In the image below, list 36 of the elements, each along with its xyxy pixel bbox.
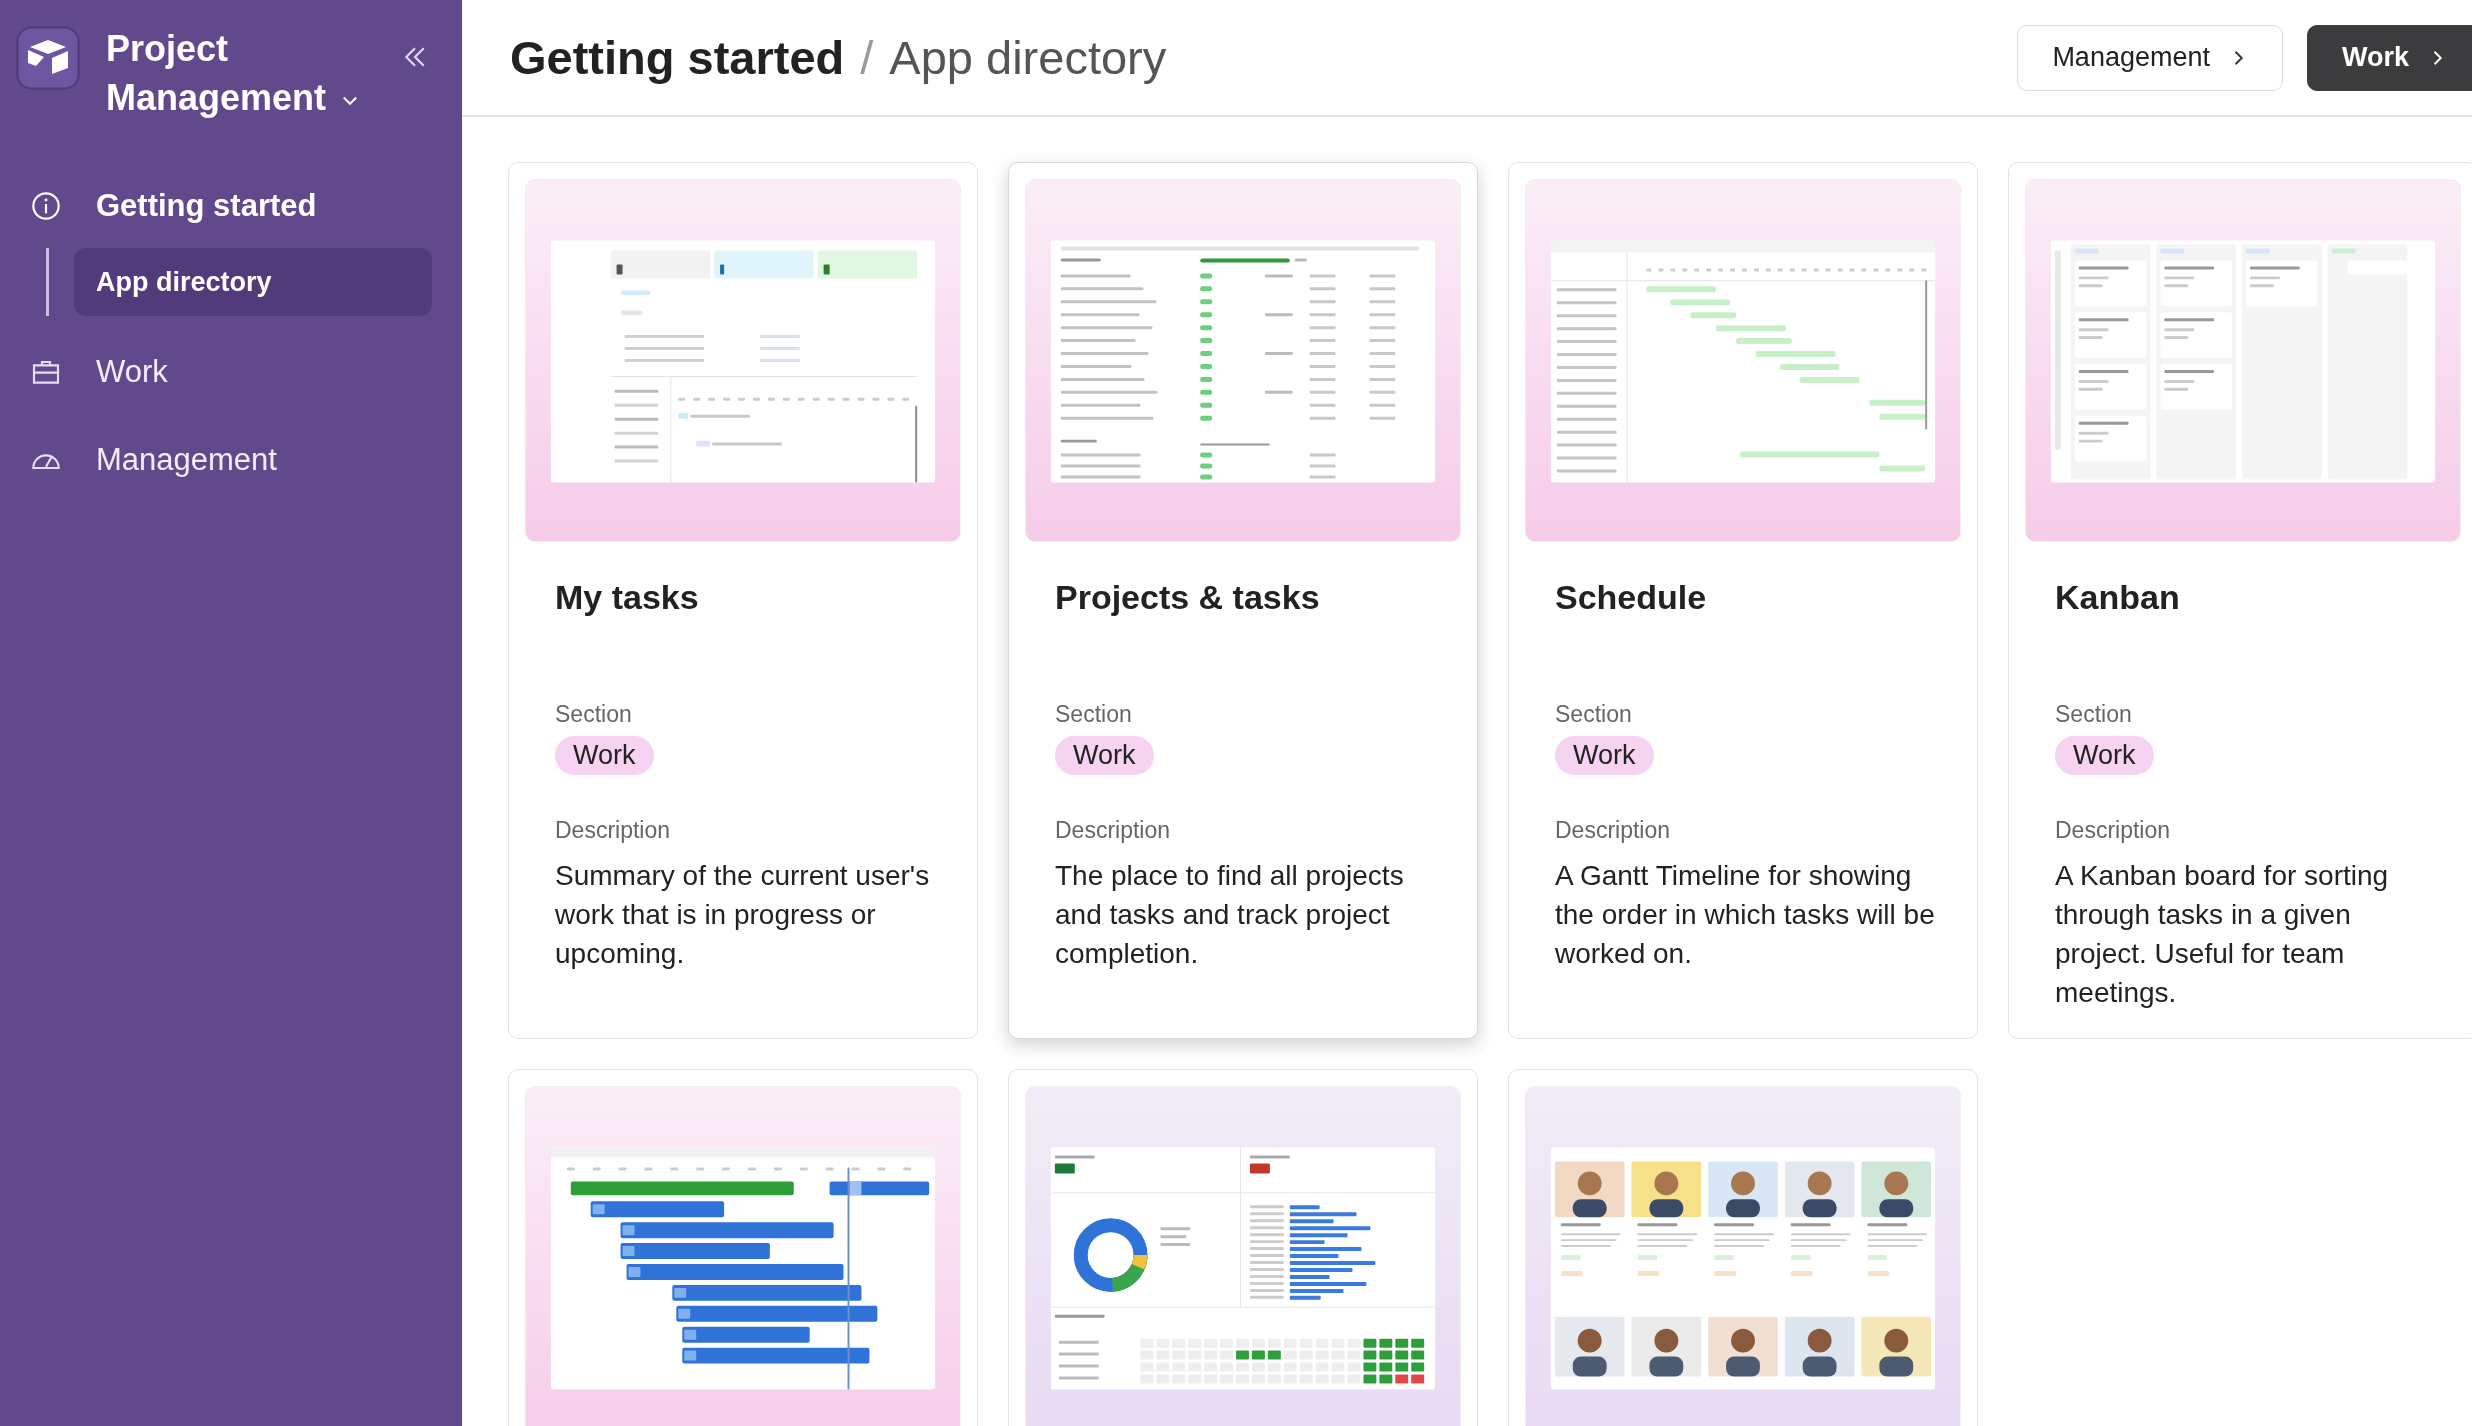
section-tag: Work xyxy=(2055,736,2154,775)
section-tag: Work xyxy=(1555,736,1654,775)
sidebar-subitem[interactable]: App directory xyxy=(74,248,432,316)
field-label: Description xyxy=(1055,817,1172,844)
field-label: Description xyxy=(2055,817,2172,844)
card-description: A Gantt Timeline for showing the order in which tasks will be worked on. xyxy=(1555,859,1936,971)
app-card[interactable]: Schedule Section Work Description A Gantt Timeline for showing the order in which tasks will be worked on. xyxy=(1508,162,1978,1039)
sidebar-item[interactable]: Management xyxy=(30,428,432,492)
field-label: Section xyxy=(2055,701,2133,728)
breadcrumb-separator: / xyxy=(860,30,874,85)
sidebar-item[interactable]: Work xyxy=(30,340,432,404)
card-title: My tasks xyxy=(555,578,700,617)
section-tag: Work xyxy=(1055,736,1154,775)
app-card[interactable]: Projects & tasks Section Work Description The place to find all projects and tasks and track project completion. xyxy=(1008,162,1478,1039)
card-description: The place to find all projects and tasks and track project completion. xyxy=(1055,859,1405,971)
field-label: Section xyxy=(555,701,633,728)
field-label: Description xyxy=(1555,817,1672,844)
app-title-dropdown[interactable]: Project Management xyxy=(106,24,366,122)
card-title: Kanban xyxy=(2055,578,2181,617)
card-title: Schedule xyxy=(1555,578,1708,617)
sidebar-item[interactable]: Getting started xyxy=(30,174,432,238)
field-label: Section xyxy=(1555,701,1633,728)
section-tag: Work xyxy=(555,736,654,775)
page-title: App directory xyxy=(889,30,1167,85)
breadcrumb-link[interactable]: Getting started xyxy=(510,30,845,85)
card-title: Projects & tasks xyxy=(1055,578,1321,617)
card-description: Summary of the current user's work that is in progress or upcoming. xyxy=(555,859,931,971)
app-card[interactable]: My tasks Section Work Description Summary of the current user's work that is in progress or upcoming. xyxy=(508,162,978,1039)
app-card[interactable]: Kanban Section Work Description A Kanban board for sorting through tasks in a given project. Useful for team meetings. xyxy=(2008,162,2472,1039)
nav-button[interactable]: Work xyxy=(2307,24,2472,91)
nav-button[interactable]: Management xyxy=(2017,24,2283,91)
box-logo-icon[interactable] xyxy=(16,26,80,90)
field-label: Description xyxy=(555,817,672,844)
info-icon xyxy=(30,190,62,222)
field-label: Section xyxy=(1055,701,1133,728)
card-description: A Kanban board for sorting through tasks in a given project. Useful for team meetings. xyxy=(2055,859,2390,1010)
